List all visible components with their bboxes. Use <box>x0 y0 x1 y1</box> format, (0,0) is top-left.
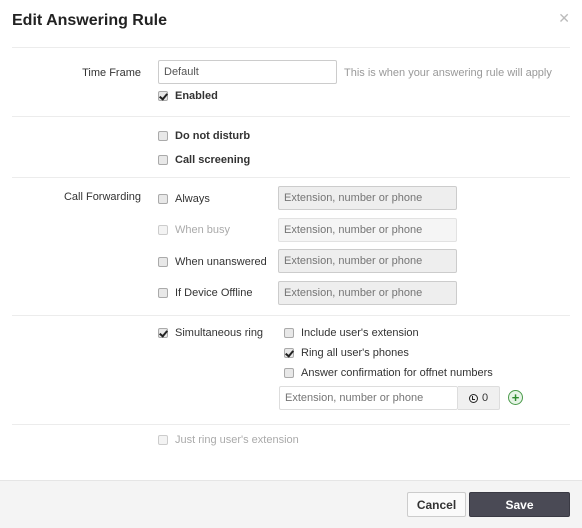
checkbox-icon <box>158 194 168 204</box>
cancel-button[interactable]: Cancel <box>407 492 466 517</box>
ring-timer-value: 0 <box>481 392 489 404</box>
forward-device-offline-checkbox[interactable]: If Device Offline <box>158 287 252 299</box>
clock-icon <box>468 393 478 403</box>
forward-when-busy-label: When busy <box>175 224 231 236</box>
forward-device-offline-label: If Device Offline <box>175 287 253 299</box>
do-not-disturb-label: Do not disturb <box>175 130 251 142</box>
checkbox-icon <box>284 368 294 378</box>
dialog-title: Edit Answering Rule <box>12 12 167 29</box>
call-forwarding-label: Call Forwarding <box>63 191 141 203</box>
call-screening-label: Call screening <box>175 154 251 166</box>
divider <box>12 116 570 117</box>
call-screening-checkbox[interactable]: Call screening <box>158 154 250 166</box>
divider <box>12 177 570 178</box>
ring-timer-button[interactable]: 0 <box>458 386 500 410</box>
checkbox-icon <box>158 91 168 101</box>
time-frame-hint: This is when your answering rule will ap… <box>344 67 552 79</box>
forward-when-unanswered-label: When unanswered <box>175 256 267 268</box>
time-frame-input[interactable] <box>158 60 337 84</box>
time-frame-label: Time Frame <box>82 67 141 79</box>
checkbox-icon <box>158 131 168 141</box>
divider <box>12 47 570 48</box>
simultaneous-ring-checkbox[interactable]: Simultaneous ring <box>158 327 263 339</box>
divider <box>12 315 570 316</box>
just-ring-extension-label: Just ring user's extension <box>175 434 299 446</box>
forward-device-offline-input[interactable] <box>278 281 457 305</box>
forward-when-busy-input <box>278 218 457 242</box>
forward-always-checkbox[interactable]: Always <box>158 193 210 205</box>
just-ring-extension-checkbox: Just ring user's extension <box>158 434 299 446</box>
checkbox-icon <box>158 328 168 338</box>
do-not-disturb-checkbox[interactable]: Do not disturb <box>158 130 250 142</box>
checkbox-icon <box>158 225 168 235</box>
save-button[interactable]: Save <box>469 492 570 517</box>
include-extension-checkbox[interactable]: Include user's extension <box>284 327 419 339</box>
checkbox-icon <box>158 435 168 445</box>
answer-confirmation-label: Answer confirmation for offnet numbers <box>301 367 493 379</box>
ring-all-phones-checkbox[interactable]: Ring all user's phones <box>284 347 409 359</box>
forward-when-busy-checkbox: When busy <box>158 224 230 236</box>
enabled-checkbox[interactable]: Enabled <box>158 90 218 102</box>
simultaneous-number-input[interactable] <box>279 386 458 410</box>
divider <box>12 424 570 425</box>
answer-confirmation-checkbox[interactable]: Answer confirmation for offnet numbers <box>284 367 493 379</box>
forward-when-unanswered-input[interactable] <box>278 249 457 273</box>
plus-circle-icon[interactable]: + <box>508 390 523 405</box>
simultaneous-ring-label: Simultaneous ring <box>175 327 264 339</box>
include-extension-label: Include user's extension <box>301 327 419 339</box>
ring-all-phones-label: Ring all user's phones <box>301 347 409 359</box>
forward-when-unanswered-checkbox[interactable]: When unanswered <box>158 256 267 268</box>
forward-always-input[interactable] <box>278 186 457 210</box>
checkbox-icon <box>284 328 294 338</box>
checkbox-icon <box>158 257 168 267</box>
forward-always-label: Always <box>175 193 210 205</box>
checkbox-icon <box>158 288 168 298</box>
checkbox-icon <box>284 348 294 358</box>
enabled-label: Enabled <box>175 90 218 102</box>
checkbox-icon <box>158 155 168 165</box>
close-icon[interactable]: ✕ <box>558 10 570 27</box>
